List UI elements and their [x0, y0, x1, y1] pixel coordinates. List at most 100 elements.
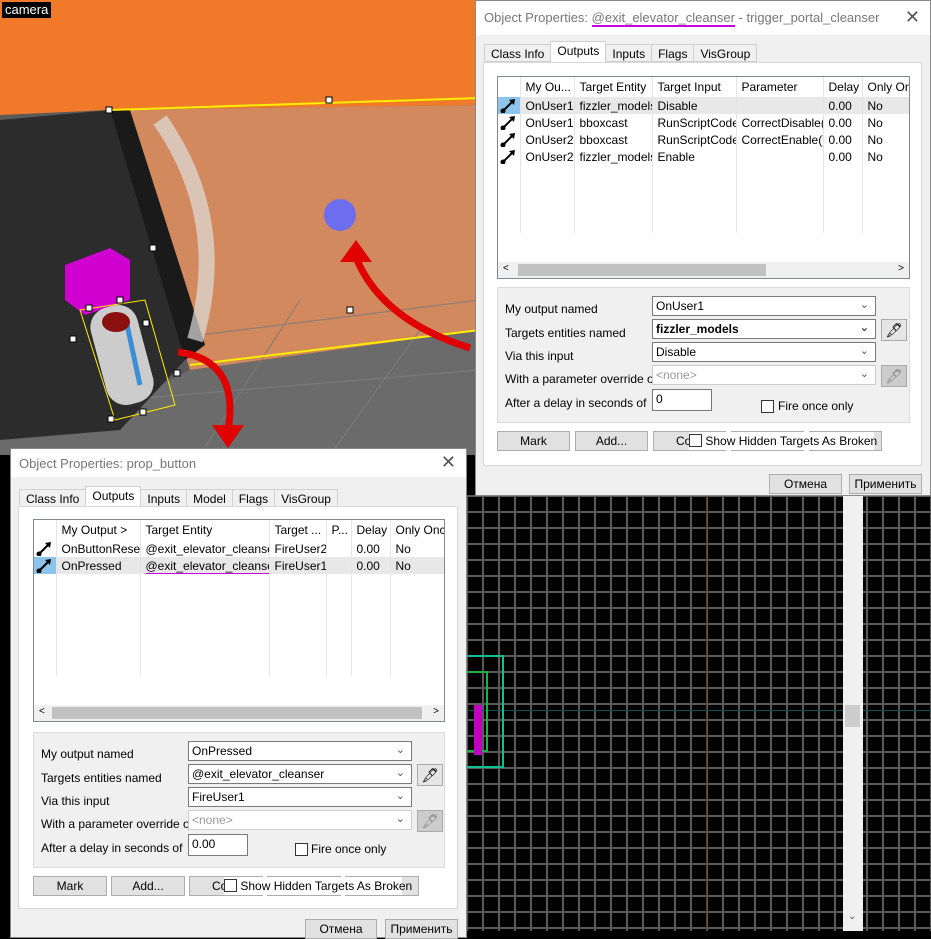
fire-once-checkbox[interactable] [761, 400, 774, 413]
param-select[interactable]: <none> ⌄ [652, 365, 876, 385]
object-properties-dialog-trigger: Object Properties: @exit_elevator_cleans… [475, 0, 931, 496]
chevron-down-icon[interactable]: ⌄ [848, 911, 856, 922]
param-select[interactable]: <none> ⌄ [188, 810, 412, 830]
eyedropper-icon[interactable]: 🖋 [881, 365, 907, 387]
tab-outputs[interactable]: Outputs [85, 486, 142, 507]
column-header[interactable]: My Ou... [520, 77, 575, 97]
tab-bar: Class Info Outputs Inputs Model Flags Vi… [19, 486, 338, 507]
outputs-panel: My Ou... Target Entity Target Input Para… [483, 62, 922, 466]
table-row[interactable]: OnUser2 bboxcast RunScriptCode CorrectEnabl… [498, 131, 909, 148]
tab-visgroup[interactable]: VisGroup [274, 489, 338, 507]
table-row[interactable]: OnUser1 bboxcast RunScriptCode CorrectDisab… [498, 114, 909, 131]
tab-inputs[interactable]: Inputs [140, 489, 188, 507]
cell-target: fizzler_models [574, 97, 653, 114]
show-hidden-targets-overlay[interactable]: Show Hidden Targets As Broken [224, 877, 412, 895]
tab-flags[interactable]: Flags [651, 44, 695, 62]
output-select[interactable]: OnUser1 ⌄ [652, 296, 876, 316]
cancel-button[interactable]: Отмена [305, 919, 377, 939]
show-hidden-checkbox[interactable] [224, 879, 237, 893]
tab-inputs[interactable]: Inputs [605, 44, 653, 62]
viewport-label: camera [2, 2, 52, 18]
column-header[interactable]: Target Entity [574, 77, 653, 97]
param-value: <none> [192, 813, 233, 827]
horizontal-scrollbar[interactable]: < > [34, 705, 444, 721]
tab-class-info[interactable]: Class Info [484, 44, 552, 62]
column-header[interactable]: Target ... [269, 520, 327, 540]
column-header[interactable]: Only Once [390, 520, 444, 540]
cell-target: fizzler_models [574, 148, 653, 165]
title-text: Object Properties: prop_button [19, 456, 197, 471]
cell-param [326, 557, 352, 574]
input-select[interactable]: Disable ⌄ [652, 342, 876, 362]
3d-scene [0, 0, 480, 455]
column-header[interactable]: Only Onc [862, 77, 909, 97]
show-hidden-targets-overlay[interactable]: Show Hidden Targets As Broken [689, 432, 878, 450]
cell-target: @exit_elevator_cleanser [140, 540, 270, 557]
mark-button[interactable]: Mark [33, 876, 107, 896]
chevron-down-icon: ⌄ [859, 299, 869, 311]
column-header[interactable]: Target Entity [140, 520, 270, 540]
cancel-button[interactable]: Отмена [769, 474, 842, 494]
add-button[interactable]: Add... [111, 876, 185, 896]
tab-visgroup[interactable]: VisGroup [693, 44, 758, 62]
empty-row [498, 182, 909, 199]
close-icon[interactable]: ✕ [905, 7, 920, 28]
target-select[interactable]: @exit_elevator_cleanser ⌄ [188, 764, 412, 784]
empty-row [34, 659, 444, 676]
connection-arrow-icon [500, 149, 515, 164]
tab-bar: Class Info Outputs Inputs Flags VisGroup [484, 41, 758, 62]
column-header[interactable]: P... [326, 520, 352, 540]
mark-button[interactable]: Mark [497, 431, 570, 451]
fire-once-checkbox[interactable] [295, 843, 308, 856]
tab-model[interactable]: Model [186, 489, 233, 507]
chevron-down-icon: ⌄ [395, 767, 405, 779]
tab-flags[interactable]: Flags [231, 489, 276, 507]
table-row[interactable]: OnUser1 fizzler_models Disable 0.00 No [498, 97, 909, 114]
outputs-list[interactable]: My Ou... Target Entity Target Input Para… [497, 76, 910, 279]
target-label: Targets entities named [41, 771, 162, 785]
outputs-table: My Ou... Target Entity Target Input Para… [498, 77, 909, 233]
table-row[interactable]: OnButtonReset @exit_elevator_cleanser Fire… [34, 540, 444, 557]
eyedropper-icon[interactable]: 🖋 [881, 319, 907, 341]
tab-class-info[interactable]: Class Info [19, 489, 87, 507]
apply-button[interactable]: Применить [849, 474, 922, 494]
output-select[interactable]: OnPressed ⌄ [188, 741, 412, 761]
target-label: Targets entities named [505, 326, 626, 340]
fire-once-label: Fire once only [778, 399, 854, 413]
cell-target: @exit_elevator_cleanser [140, 557, 270, 574]
column-header[interactable]: My Output > [56, 520, 141, 540]
cell-input: RunScriptCode [652, 114, 737, 131]
table-row[interactable]: OnPressed @exit_elevator_cleanser FireUser… [34, 557, 444, 574]
column-header[interactable]: Target Input [652, 77, 737, 97]
column-header[interactable]: Delay [351, 520, 391, 540]
chevron-down-icon: ⌄ [395, 790, 405, 802]
cell-param: CorrectEnable() [736, 131, 824, 148]
3d-viewport[interactable]: camera [0, 0, 480, 455]
target-select[interactable]: fizzler_models ⌄ [652, 319, 876, 339]
eyedropper-icon[interactable]: 🖋 [417, 810, 443, 832]
empty-row [498, 216, 909, 233]
eyedropper-icon[interactable]: 🖋 [417, 764, 443, 786]
delay-input[interactable]: 0.00 [188, 834, 248, 856]
add-button[interactable]: Add... [575, 431, 648, 451]
column-header[interactable]: Delay [823, 77, 863, 97]
cell-input: Disable [652, 97, 737, 114]
cell-output: OnPressed [56, 557, 141, 574]
show-hidden-label: Show Hidden Targets As Broken [705, 434, 878, 448]
column-header[interactable]: Parameter [736, 77, 824, 97]
connection-arrow-icon [36, 541, 51, 556]
outputs-list[interactable]: My Output > Target Entity Target ... P..… [33, 519, 445, 722]
close-icon[interactable]: ✕ [441, 452, 456, 473]
input-select[interactable]: FireUser1 ⌄ [188, 787, 412, 807]
horizontal-scrollbar[interactable]: < > [498, 262, 909, 278]
cell-output: OnUser2 [520, 148, 575, 165]
2d-viewport-scrollbar[interactable]: ⌄ [843, 495, 863, 931]
empty-row [498, 165, 909, 182]
table-row[interactable]: OnUser2 fizzler_models Enable 0.00 No [498, 148, 909, 165]
apply-button[interactable]: Применить [385, 919, 458, 939]
param-label: With a parameter override of [41, 817, 194, 831]
show-hidden-checkbox[interactable] [689, 434, 702, 448]
cell-delay: 0.00 [351, 540, 391, 557]
delay-input[interactable]: 0 [652, 389, 712, 411]
tab-outputs[interactable]: Outputs [550, 41, 607, 62]
